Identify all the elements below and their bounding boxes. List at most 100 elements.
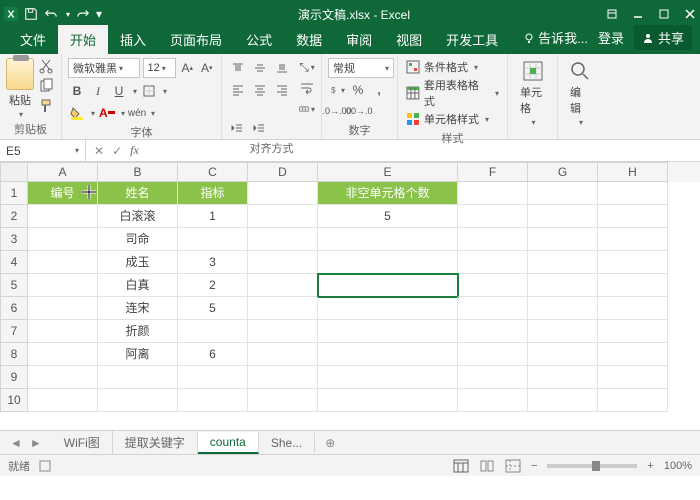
- column-header[interactable]: E: [318, 162, 458, 182]
- redo-icon[interactable]: [76, 7, 90, 21]
- cell[interactable]: 2: [178, 274, 248, 297]
- cell[interactable]: [598, 366, 668, 389]
- cell[interactable]: [28, 320, 98, 343]
- cell[interactable]: 连宋: [98, 297, 178, 320]
- table-format-button[interactable]: 套用表格格式▾: [404, 76, 501, 110]
- sheet-tab-extract[interactable]: 提取关键字: [113, 431, 198, 454]
- increase-font-icon[interactable]: A▴: [179, 59, 195, 77]
- decrease-font-icon[interactable]: A▾: [199, 59, 215, 77]
- cell[interactable]: [598, 182, 668, 205]
- bold-button[interactable]: B: [68, 82, 86, 100]
- cell[interactable]: 姓名: [98, 182, 178, 205]
- fx-icon[interactable]: fx: [130, 143, 139, 158]
- save-icon[interactable]: [24, 7, 38, 21]
- cell[interactable]: [458, 205, 528, 228]
- sheet-tab-counta[interactable]: counta: [198, 432, 259, 454]
- row-header[interactable]: 6: [0, 297, 28, 320]
- cell[interactable]: [528, 205, 598, 228]
- cell[interactable]: [528, 274, 598, 297]
- column-header[interactable]: G: [528, 162, 598, 182]
- cell[interactable]: [318, 389, 458, 412]
- cell[interactable]: [458, 274, 528, 297]
- cell[interactable]: [248, 297, 318, 320]
- tab-insert[interactable]: 插入: [108, 25, 158, 54]
- cell[interactable]: [598, 205, 668, 228]
- cell[interactable]: [318, 297, 458, 320]
- zoom-out-button[interactable]: −: [531, 460, 537, 472]
- zoom-slider[interactable]: [547, 464, 637, 468]
- row-header[interactable]: 5: [0, 274, 28, 297]
- cell[interactable]: [28, 251, 98, 274]
- row-header[interactable]: 9: [0, 366, 28, 389]
- zoom-level[interactable]: 100%: [664, 460, 692, 472]
- cell[interactable]: 5: [178, 297, 248, 320]
- cell[interactable]: [318, 274, 458, 297]
- border-button[interactable]: [140, 82, 158, 100]
- cell[interactable]: 折颜: [98, 320, 178, 343]
- cell-style-button[interactable]: 单元格样式▾: [404, 110, 501, 128]
- cell[interactable]: [458, 251, 528, 274]
- new-sheet-button[interactable]: ⊕: [315, 436, 345, 450]
- cell[interactable]: 司命: [98, 228, 178, 251]
- select-all-corner[interactable]: [0, 162, 28, 182]
- tab-file[interactable]: 文件: [8, 25, 58, 54]
- row-header[interactable]: 4: [0, 251, 28, 274]
- decrease-decimal-icon[interactable]: .00→.0: [349, 102, 367, 120]
- ribbon-options-icon[interactable]: [606, 8, 618, 20]
- sheet-nav-next-icon[interactable]: ►: [30, 436, 42, 450]
- align-right-icon[interactable]: [272, 80, 292, 100]
- orientation-button[interactable]: ⤡▾: [298, 58, 316, 76]
- number-format-combo[interactable]: 常规▾: [328, 58, 394, 78]
- enter-formula-icon[interactable]: ✓: [112, 144, 122, 158]
- cell[interactable]: [318, 320, 458, 343]
- cell[interactable]: [248, 320, 318, 343]
- cell[interactable]: [28, 366, 98, 389]
- currency-button[interactable]: $▾: [328, 81, 346, 99]
- cell[interactable]: [458, 389, 528, 412]
- cell[interactable]: [248, 182, 318, 205]
- cell[interactable]: [528, 182, 598, 205]
- cell[interactable]: [598, 389, 668, 412]
- page-layout-view-icon[interactable]: [479, 459, 495, 473]
- cell[interactable]: [318, 343, 458, 366]
- cell[interactable]: [528, 228, 598, 251]
- column-header[interactable]: C: [178, 162, 248, 182]
- cell[interactable]: 指标: [178, 182, 248, 205]
- cell[interactable]: [528, 297, 598, 320]
- cell[interactable]: [598, 251, 668, 274]
- cell[interactable]: [28, 297, 98, 320]
- tab-view[interactable]: 视图: [384, 25, 434, 54]
- cell[interactable]: [248, 228, 318, 251]
- copy-icon[interactable]: [38, 78, 54, 94]
- editing-button[interactable]: 编辑▾: [564, 58, 596, 129]
- zoom-in-button[interactable]: +: [647, 460, 653, 472]
- cell[interactable]: [598, 297, 668, 320]
- page-break-view-icon[interactable]: [505, 459, 521, 473]
- merge-button[interactable]: ▾: [298, 100, 316, 118]
- cell[interactable]: [528, 343, 598, 366]
- sheet-tab-wifi[interactable]: WiFi图: [52, 431, 113, 454]
- row-header[interactable]: 2: [0, 205, 28, 228]
- cell[interactable]: [528, 366, 598, 389]
- cell[interactable]: 白滚滚: [98, 205, 178, 228]
- cell[interactable]: 阿离: [98, 343, 178, 366]
- cell[interactable]: 6: [178, 343, 248, 366]
- row-header[interactable]: 10: [0, 389, 28, 412]
- conditional-format-button[interactable]: 条件格式▾: [404, 58, 501, 76]
- cell[interactable]: [598, 320, 668, 343]
- close-icon[interactable]: [684, 8, 696, 20]
- cell[interactable]: 成玉: [98, 251, 178, 274]
- align-center-icon[interactable]: [250, 80, 270, 100]
- fill-color-button[interactable]: [68, 104, 86, 122]
- cancel-formula-icon[interactable]: ✕: [94, 144, 104, 158]
- paste-button[interactable]: 粘贴 ▾: [6, 58, 34, 119]
- comma-button[interactable]: ,: [370, 81, 388, 99]
- row-header[interactable]: 7: [0, 320, 28, 343]
- cell[interactable]: [528, 320, 598, 343]
- tab-review[interactable]: 审阅: [334, 25, 384, 54]
- align-top-icon[interactable]: [228, 58, 248, 78]
- underline-button[interactable]: U: [110, 82, 128, 100]
- cell[interactable]: [248, 205, 318, 228]
- cell[interactable]: [458, 343, 528, 366]
- cell[interactable]: [528, 389, 598, 412]
